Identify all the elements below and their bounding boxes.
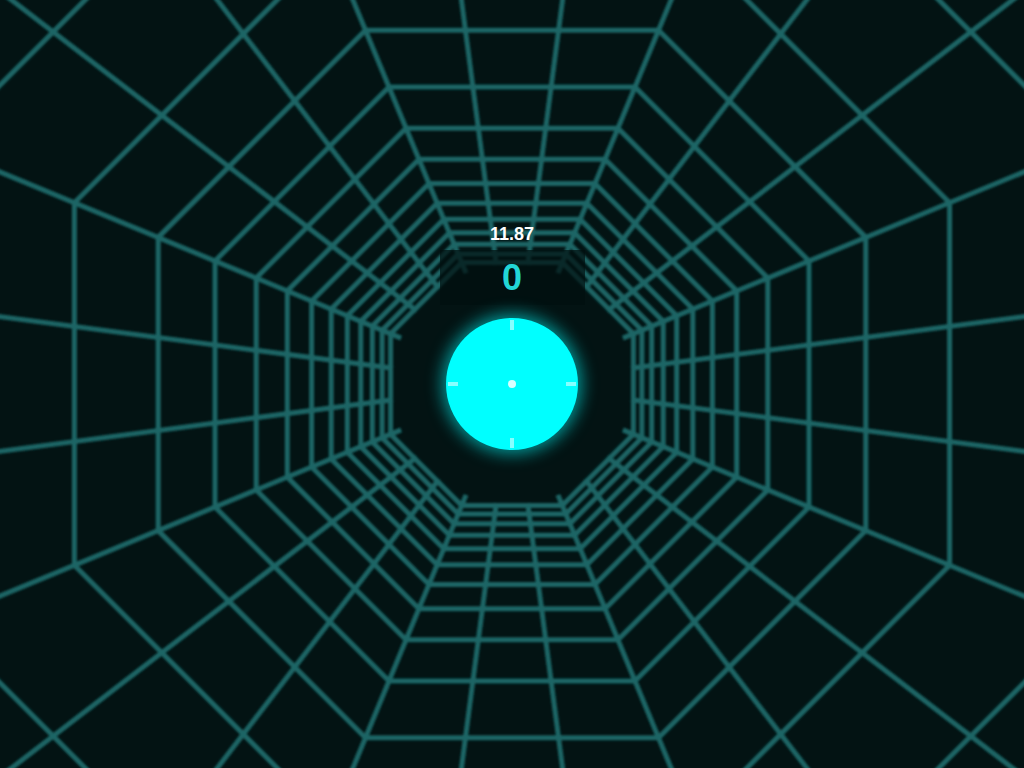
game-screen: 11.87 0 [0, 0, 1024, 768]
tick-bottom [510, 438, 514, 448]
player-ball[interactable] [446, 318, 578, 450]
center-dot [508, 380, 516, 388]
timer: 11.87 [490, 223, 534, 245]
tick-top [510, 320, 514, 330]
score: 0 [502, 257, 522, 299]
hud: 11.87 0 [0, 0, 1024, 450]
tick-right [566, 382, 576, 386]
score-box: 0 [440, 250, 585, 305]
tick-left [448, 382, 458, 386]
